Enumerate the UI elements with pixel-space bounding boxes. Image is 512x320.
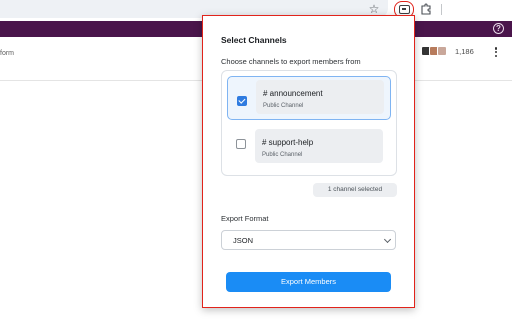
toolbar-divider	[441, 4, 442, 15]
popup-subtitle: Choose channels to export members from	[221, 57, 361, 66]
export-format-value: JSON	[233, 236, 254, 245]
channel-checkbox[interactable]	[236, 139, 246, 149]
popup-title: Select Channels	[221, 35, 287, 45]
channel-item-announcement[interactable]: # announcement Public Channel	[227, 76, 391, 120]
selection-status-badge: 1 channel selected	[313, 183, 397, 197]
channel-name: # announcement	[263, 89, 323, 98]
member-count[interactable]: 1,186	[452, 46, 477, 58]
export-popup: Select Channels Choose channels to expor…	[202, 15, 415, 308]
puzzle-glyph-icon	[421, 3, 431, 15]
more-options-icon[interactable]	[494, 47, 498, 59]
channel-item-support-help[interactable]: # support-help Public Channel	[227, 123, 391, 167]
puzzle-icon[interactable]	[419, 2, 433, 16]
channel-name: # support-help	[262, 138, 314, 147]
member-avatars[interactable]	[421, 46, 447, 59]
channel-card[interactable]: # announcement Public Channel	[256, 80, 384, 114]
export-format-select[interactable]: JSON	[221, 230, 396, 250]
channel-list: # announcement Public Channel # support-…	[221, 70, 397, 176]
channel-type: Public Channel	[263, 103, 304, 109]
extension-glyph-icon	[398, 5, 410, 14]
help-icon[interactable]: ?	[493, 23, 504, 34]
avatar	[437, 46, 447, 56]
channel-type: Public Channel	[262, 152, 303, 158]
star-icon[interactable]: ☆	[367, 2, 381, 16]
channel-checkbox[interactable]	[237, 96, 247, 106]
channel-card[interactable]: # support-help Public Channel	[255, 129, 383, 163]
export-members-button[interactable]: Export Members	[226, 272, 391, 292]
chevron-down-icon	[383, 235, 392, 244]
export-format-label: Export Format	[221, 214, 269, 223]
header-text: form	[0, 50, 14, 57]
